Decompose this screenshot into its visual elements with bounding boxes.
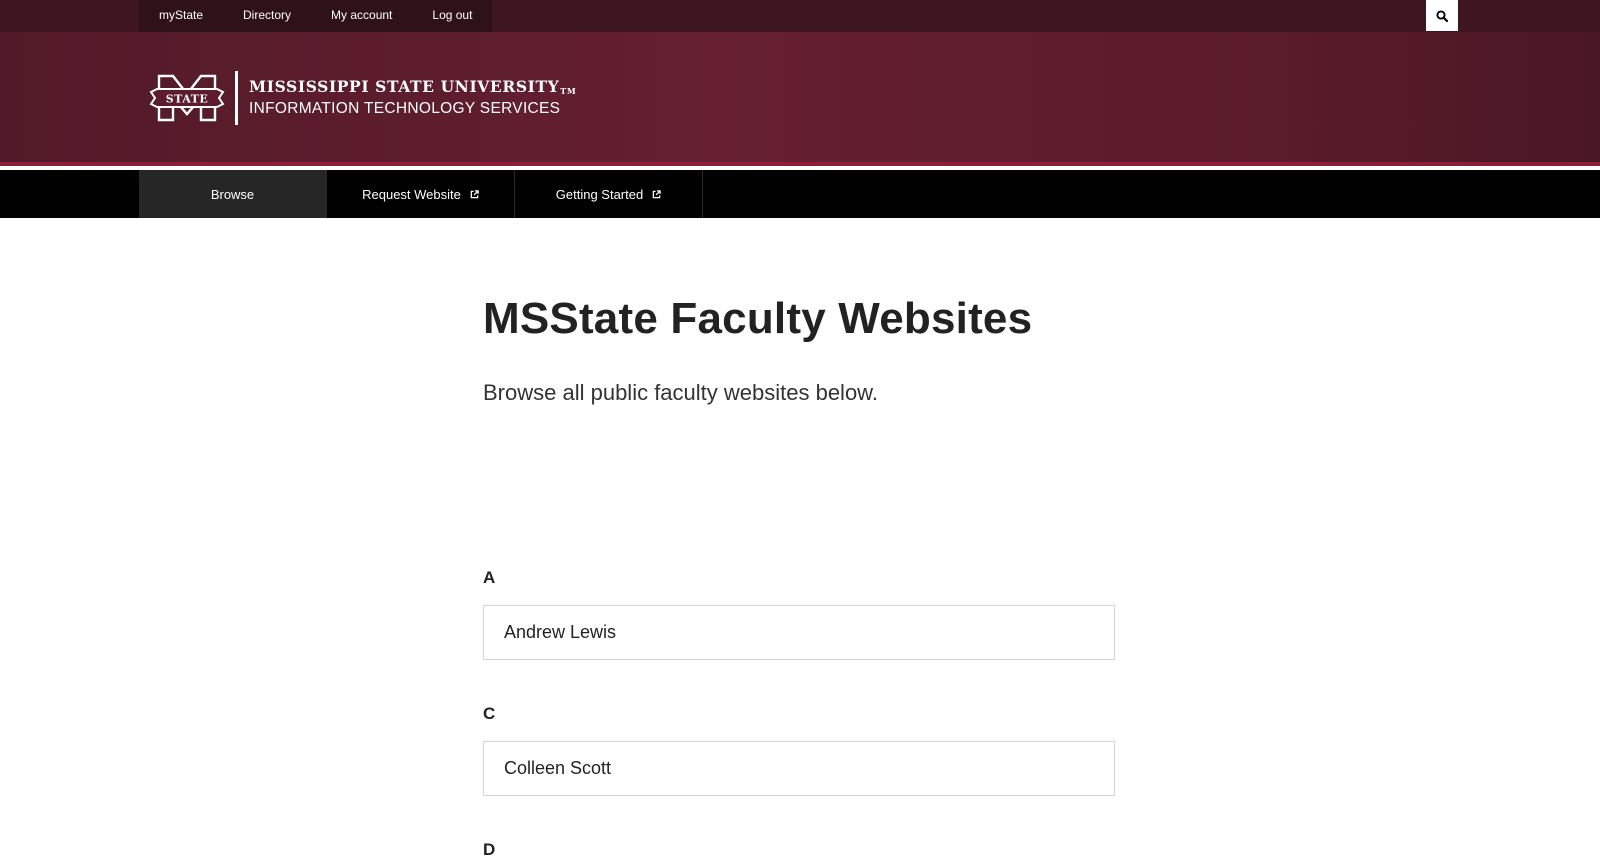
page-lead: Browse all public faculty websites below… [483, 380, 878, 405]
logo-university: MISSISSIPPI STATE UNIVERSITYTM [249, 78, 576, 100]
logo-divider [235, 71, 238, 125]
utility-link-my-account[interactable]: My account [311, 0, 412, 32]
letter-heading-a: A [483, 568, 496, 587]
faculty-site-link[interactable]: Andrew Lewis [483, 605, 1115, 660]
nav-item-getting-started[interactable]: Getting Started [515, 170, 703, 218]
site-logo[interactable]: STATE MISSISSIPPI STATE UNIVERSITYTM INF… [149, 70, 576, 126]
search-button[interactable] [1426, 0, 1458, 31]
logo-department: INFORMATION TECHNOLOGY SERVICES [249, 100, 561, 117]
nav-item-label: Browse [210, 186, 255, 202]
main-nav-items: Browse Request Website Getting Started [139, 170, 703, 218]
nav-item-request-website[interactable]: Request Website [327, 170, 515, 218]
utility-bar: myState Directory My account Log out [0, 0, 1600, 32]
logo-text: MISSISSIPPI STATE UNIVERSITYTM INFORMATI… [249, 78, 576, 118]
utility-nav: myState Directory My account Log out [139, 0, 493, 32]
faculty-site-link[interactable]: Colleen Scott [483, 741, 1115, 796]
letter-heading-c: C [483, 704, 496, 723]
logo-trademark: TM [560, 86, 577, 96]
svg-text:STATE: STATE [166, 93, 209, 106]
main-nav: Browse Request Website Getting Started [0, 170, 1600, 218]
letter-heading-d: D [483, 840, 496, 859]
utility-link-log-out[interactable]: Log out [412, 0, 492, 32]
nav-item-label: Request Website [362, 186, 461, 202]
search-icon [1436, 9, 1448, 22]
nav-item-browse[interactable]: Browse [139, 170, 327, 218]
utility-link-mystate[interactable]: myState [139, 0, 223, 32]
utility-link-directory[interactable]: Directory [223, 0, 311, 32]
external-link-icon [652, 189, 661, 198]
external-link-icon [470, 189, 479, 198]
nav-item-label: Getting Started [555, 186, 644, 202]
page-title: MSState Faculty Websites [483, 294, 1033, 343]
logo-university-name: MISSISSIPPI STATE UNIVERSITY [249, 77, 560, 96]
msu-logo-mark-icon: STATE [149, 74, 225, 122]
site-header: STATE MISSISSIPPI STATE UNIVERSITYTM INF… [0, 32, 1600, 166]
